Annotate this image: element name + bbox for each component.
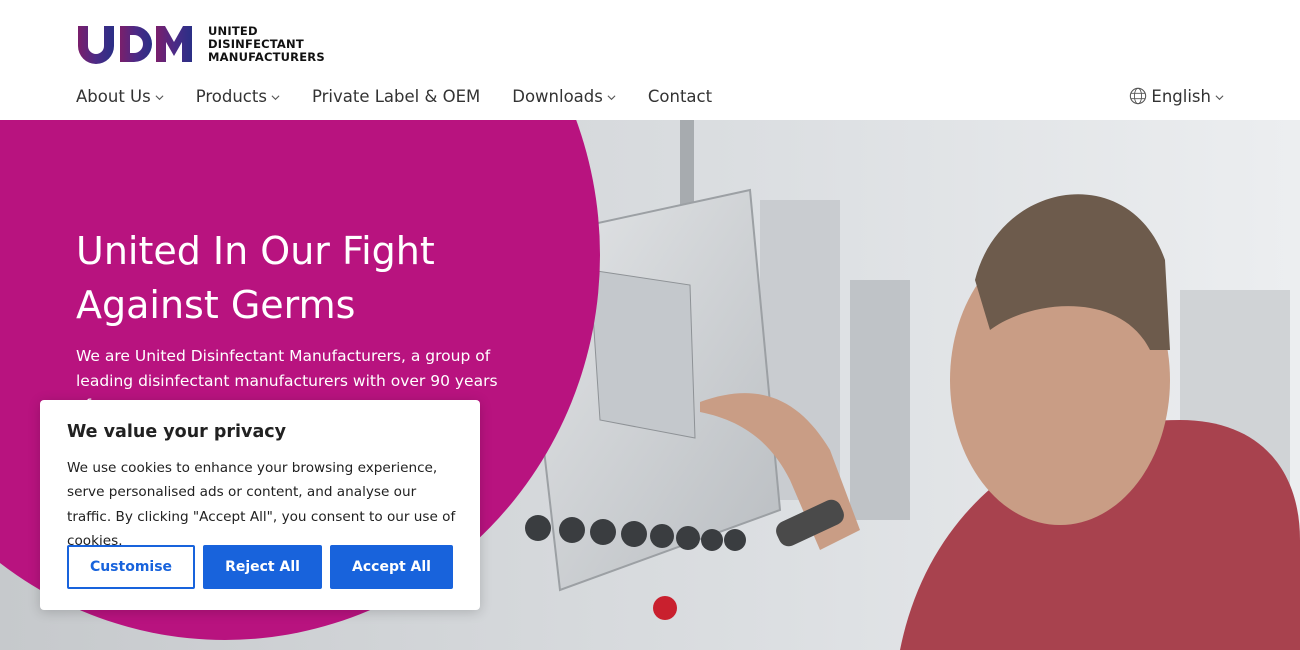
cookie-banner-text: We use cookies to enhance your browsing … xyxy=(67,460,456,549)
nav-about-us[interactable]: About Us xyxy=(76,87,164,106)
site-header: UNITED DISINFECTANT MANUFACTURERS About … xyxy=(0,0,1300,120)
chevron-down-icon xyxy=(155,94,164,100)
logo-wordmark: UNITED DISINFECTANT MANUFACTURERS xyxy=(208,23,325,64)
nav-private-label-oem[interactable]: Private Label & OEM xyxy=(312,87,480,106)
chevron-down-icon xyxy=(1215,94,1224,100)
chevron-down-icon xyxy=(607,94,616,100)
nav-contact[interactable]: Contact xyxy=(648,87,712,106)
cookie-consent-banner: We value your privacy We use cookies to … xyxy=(40,400,480,610)
udm-logo-mark xyxy=(78,26,192,64)
cookie-banner-title: We value your privacy xyxy=(67,422,287,442)
nav-downloads-label: Downloads xyxy=(512,86,603,106)
globe-icon xyxy=(1130,87,1147,105)
nav-products-label: Products xyxy=(195,86,267,106)
hero-title: United In Our Fight Against Germs xyxy=(76,229,435,327)
logo-line-2: DISINFECTANT xyxy=(208,36,304,51)
nav-downloads[interactable]: Downloads xyxy=(512,87,616,106)
logo-line-3: MANUFACTURERS xyxy=(208,49,325,64)
nav-contact-label: Contact xyxy=(647,86,713,106)
udm-logo[interactable]: UNITED DISINFECTANT MANUFACTURERS xyxy=(76,22,325,66)
customise-button[interactable]: Customise xyxy=(67,545,195,589)
nav-about-us-label: About Us xyxy=(76,86,151,106)
nav-private-label-oem-label: Private Label & OEM xyxy=(311,86,481,106)
accept-all-button[interactable]: Accept All xyxy=(330,545,453,589)
language-selector[interactable]: English xyxy=(1129,84,1224,108)
main-nav: About Us Products Private Label & OEM Do… xyxy=(76,84,744,108)
chevron-down-icon xyxy=(271,94,280,100)
reject-all-button[interactable]: Reject All xyxy=(203,545,322,589)
logo-line-1: UNITED xyxy=(208,23,258,38)
nav-products[interactable]: Products xyxy=(196,87,280,106)
language-label: English xyxy=(1151,86,1211,106)
